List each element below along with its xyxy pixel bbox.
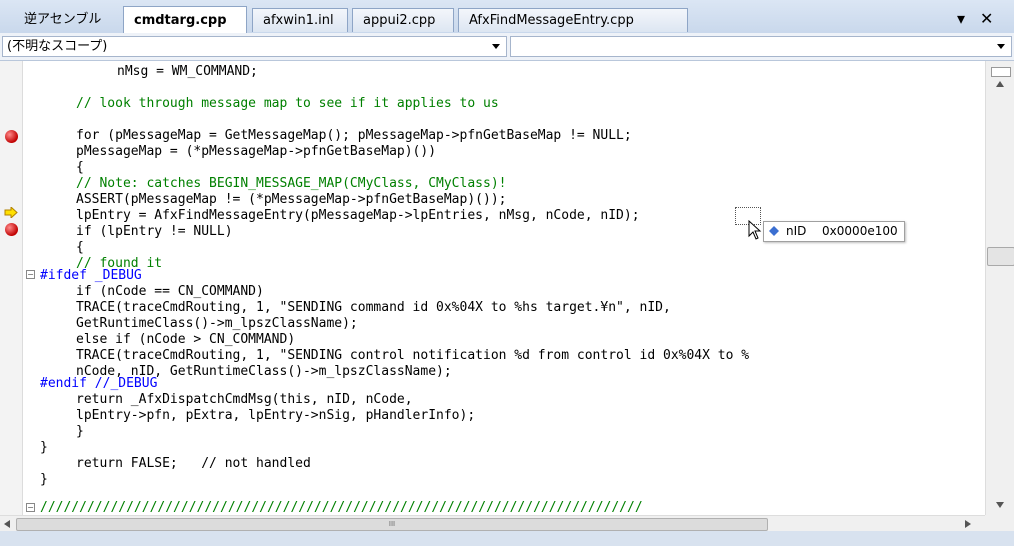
tab-disassembly[interactable]: 逆アセンブル	[14, 8, 111, 32]
code-line: GetRuntimeClass()->m_lpszClassName);	[76, 316, 358, 331]
breakpoint-icon[interactable]	[5, 223, 18, 236]
code-line: lpEntry = AfxFindMessageEntry(pMessageMa…	[76, 208, 640, 223]
code-line: // Note: catches BEGIN_MESSAGE_MAP(CMyCl…	[76, 176, 507, 191]
scope-bar: (不明なスコープ)	[0, 33, 1014, 61]
datatip-value[interactable]: 0x0000e100	[822, 224, 898, 238]
code-line: pMessageMap = (*pMessageMap->pfnGetBaseM…	[76, 144, 437, 159]
code-line: if (nCode == CN_COMMAND)	[76, 284, 264, 299]
code-line: }	[76, 424, 84, 439]
scroll-down-icon[interactable]	[996, 502, 1004, 508]
tab-afxwin1-inl[interactable]: afxwin1.inl	[252, 8, 348, 32]
vertical-scrollbar[interactable]	[985, 61, 1014, 515]
mouse-pointer-icon	[748, 220, 762, 240]
vertical-scroll-thumb[interactable]	[987, 247, 1014, 266]
scroll-up-icon[interactable]	[996, 81, 1004, 87]
fold-toggle-icon[interactable]: −	[26, 270, 35, 279]
horizontal-scroll-thumb[interactable]: III	[16, 518, 768, 531]
tab-appui2-cpp[interactable]: appui2.cpp	[352, 8, 454, 32]
datatip[interactable]: nID 0x0000e100	[763, 221, 905, 242]
scrollbar-corner	[985, 515, 1014, 531]
horizontal-scrollbar[interactable]: III	[0, 515, 985, 532]
tab-afxfindmessageentry-cpp[interactable]: AfxFindMessageEntry.cpp	[458, 8, 688, 32]
code-line: for (pMessageMap = GetMessageMap(); pMes…	[76, 128, 632, 143]
code-line: TRACE(traceCmdRouting, 1, "SENDING comma…	[76, 300, 671, 315]
code-line: lpEntry->pfn, pExtra, lpEntry->nSig, pHa…	[76, 408, 476, 423]
code-line: if (lpEntry != NULL)	[76, 224, 233, 239]
code-editor[interactable]: − − nMsg = WM_COMMAND; // look through m…	[0, 61, 985, 515]
code-line: {	[76, 240, 84, 255]
member-combo[interactable]	[510, 36, 1012, 57]
code-line: ASSERT(pMessageMap != (*pMessageMap->pfn…	[76, 192, 507, 207]
chevron-down-icon	[492, 44, 500, 49]
tab-list-dropdown-icon[interactable]: ▾	[957, 9, 965, 28]
code-line: return _AfxDispatchCmdMsg(this, nID, nCo…	[76, 392, 413, 407]
code-line: nMsg = WM_COMMAND;	[117, 64, 258, 79]
close-icon[interactable]: ✕	[980, 9, 993, 28]
fold-toggle-icon[interactable]: −	[26, 503, 35, 512]
scope-combo-value: (不明なスコープ)	[7, 39, 108, 54]
scroll-right-icon[interactable]	[965, 520, 971, 528]
code-line: }	[40, 472, 48, 487]
code-line: else if (nCode > CN_COMMAND)	[76, 332, 296, 347]
tab-cmdtarg-cpp[interactable]: cmdtarg.cpp	[123, 6, 247, 33]
bottom-panel-edge	[0, 531, 1014, 546]
scope-combo[interactable]: (不明なスコープ)	[2, 36, 507, 57]
code-line: return FALSE; // not handled	[76, 456, 311, 471]
variable-icon	[769, 226, 779, 236]
chevron-down-icon	[997, 44, 1005, 49]
code-line: #endif //_DEBUG	[40, 376, 158, 391]
split-handle[interactable]	[991, 67, 1011, 77]
code-line: ////////////////////////////////////////…	[40, 500, 643, 515]
document-tab-bar: 逆アセンブル cmdtarg.cpp afxwin1.inl appui2.cp…	[0, 0, 1014, 34]
code-line: // look through message map to see if it…	[76, 96, 499, 111]
scroll-left-icon[interactable]	[4, 520, 10, 528]
code-line: #ifdef _DEBUG	[40, 268, 142, 283]
datatip-name: nID	[786, 224, 807, 238]
code-line: TRACE(traceCmdRouting, 1, "SENDING contr…	[76, 348, 750, 363]
current-statement-arrow-icon	[4, 207, 18, 218]
breakpoint-icon[interactable]	[5, 130, 18, 143]
code-line: }	[40, 440, 48, 455]
code-line: {	[76, 160, 84, 175]
